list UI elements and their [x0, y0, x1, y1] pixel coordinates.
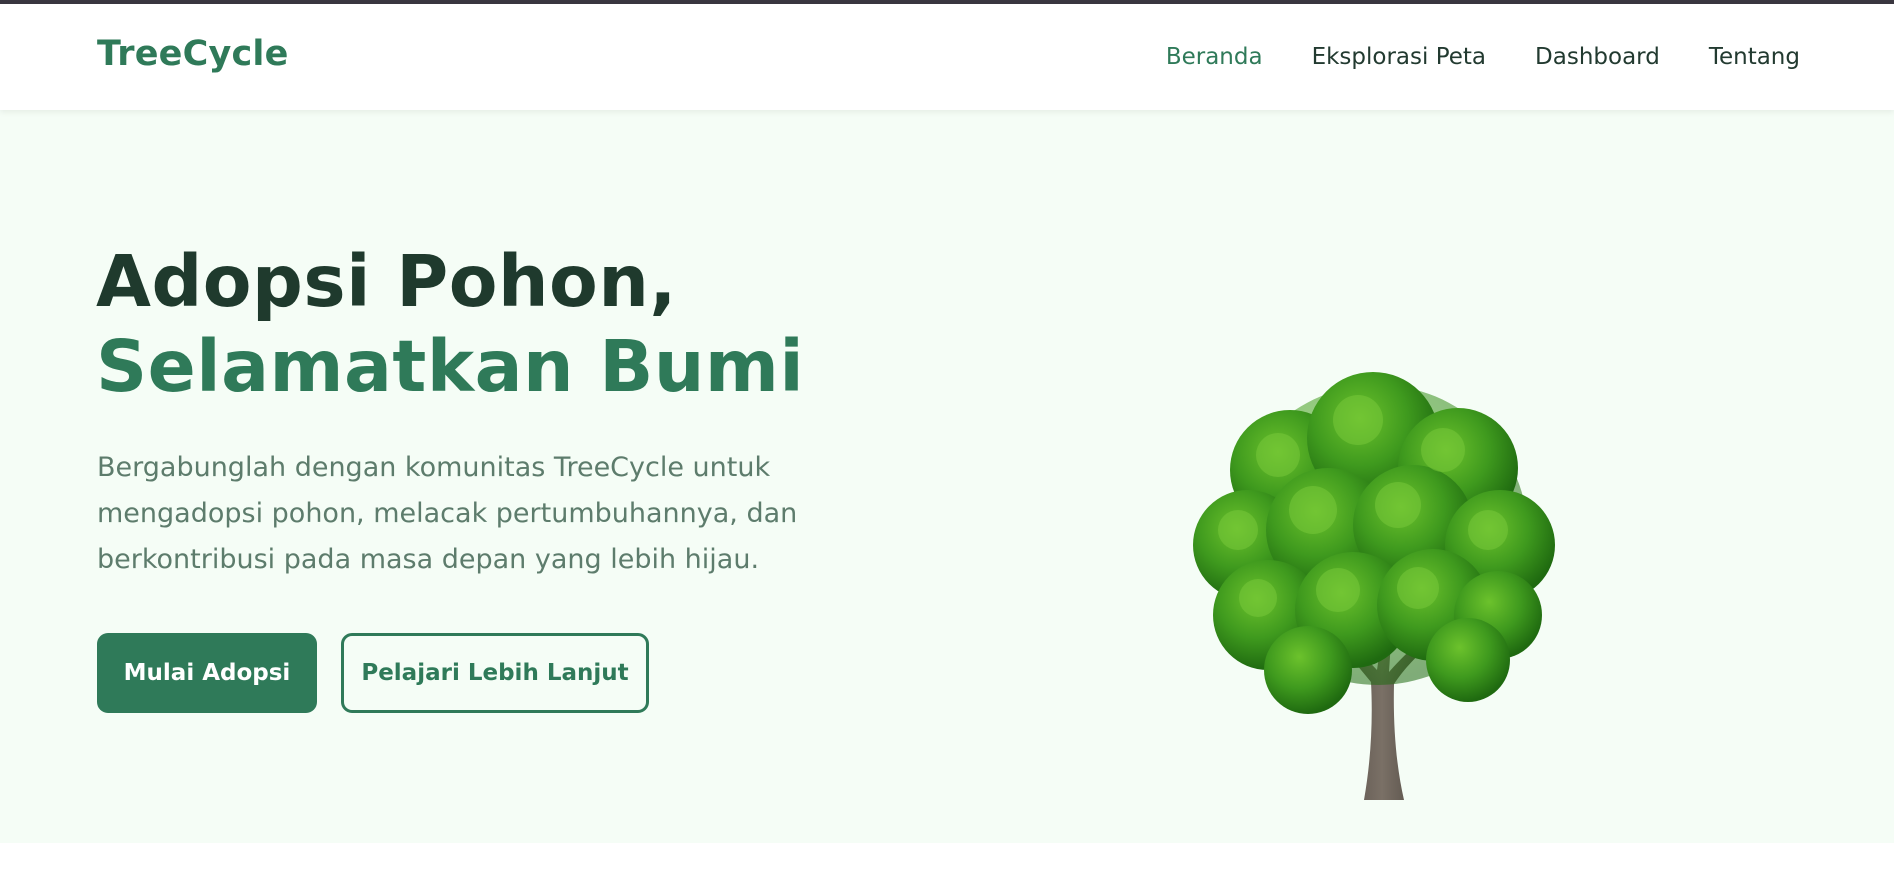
nav-item-beranda[interactable]: Beranda	[1166, 44, 1263, 70]
nav-item-tentang[interactable]: Tentang	[1709, 44, 1800, 70]
learn-more-button[interactable]: Pelajari Lebih Lanjut	[341, 633, 649, 713]
start-adoption-button[interactable]: Mulai Adopsi	[97, 633, 317, 713]
nav-item-eksplorasi-peta[interactable]: Eksplorasi Peta	[1312, 44, 1486, 70]
hero-title-line-1: Adopsi Pohon,	[96, 240, 677, 323]
tree-illustration	[1193, 372, 1555, 800]
navbar: TreeCycle Beranda Eksplorasi Peta Dashbo…	[0, 4, 1894, 110]
nav-links: Beranda Eksplorasi Peta Dashboard Tentan…	[1166, 44, 1800, 70]
hero-section: Adopsi Pohon, Selamatkan Bumi Bergabungl…	[0, 110, 1894, 843]
brand-logo[interactable]: TreeCycle	[97, 34, 289, 74]
nav-item-dashboard[interactable]: Dashboard	[1535, 44, 1660, 70]
hero-description: Bergabunglah dengan komunitas TreeCycle …	[97, 452, 798, 575]
hero-title-line-2: Selamatkan Bumi	[96, 325, 805, 408]
